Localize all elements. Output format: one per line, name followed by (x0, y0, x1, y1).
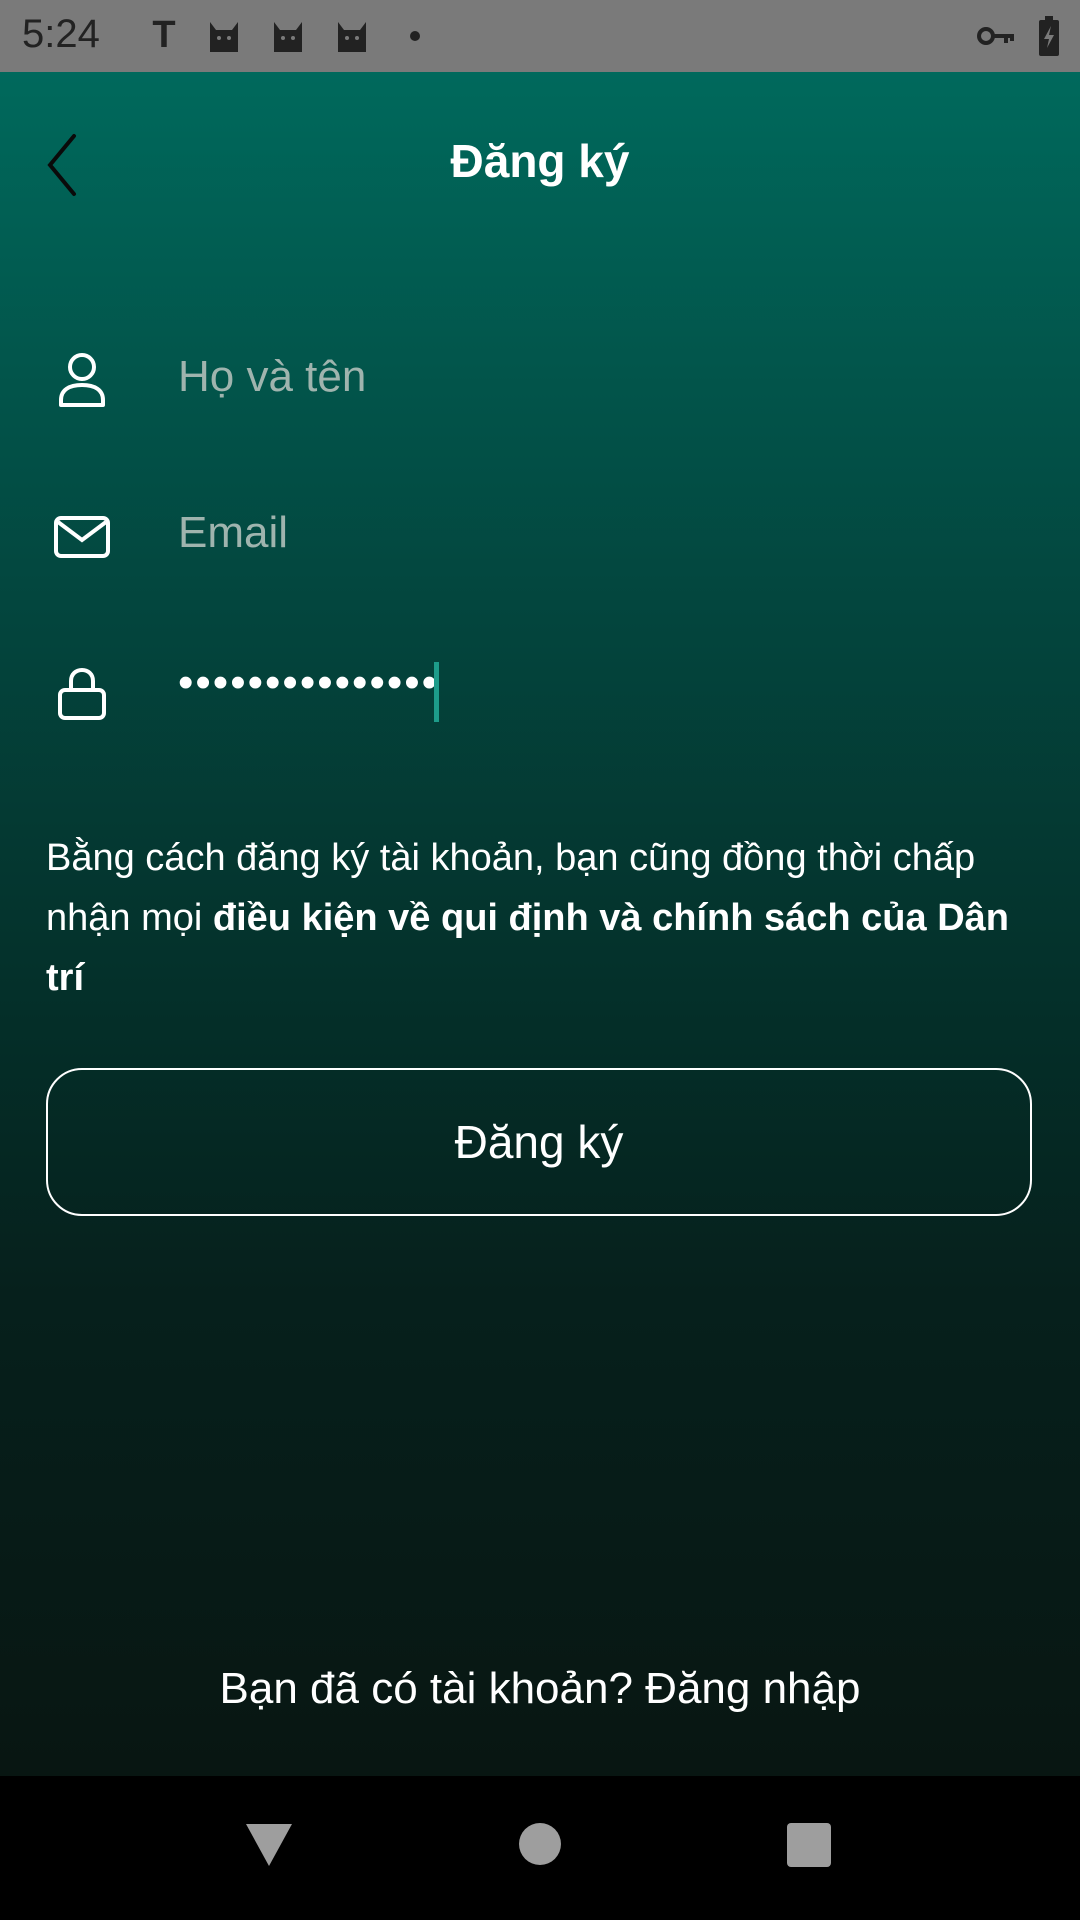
triangle-back-icon (246, 1824, 292, 1866)
cat-icon (204, 16, 244, 56)
text-caret (434, 662, 439, 722)
mail-icon (52, 506, 112, 566)
dot-icon (410, 30, 420, 41)
register-screen: Đăng ký ••••••••••••••• (0, 72, 1080, 1776)
nav-back-button[interactable] (244, 1822, 294, 1873)
password-field[interactable]: ••••••••••••••• (0, 634, 1080, 744)
password-input[interactable]: ••••••••••••••• (178, 658, 439, 708)
notification-icons: T (148, 14, 420, 57)
nav-recents-button[interactable] (786, 1822, 832, 1873)
status-time: 5:24 (22, 12, 100, 56)
login-link[interactable]: Bạn đã có tài khoản? Đăng nhập (0, 1664, 1080, 1714)
battery-charging-icon (1038, 16, 1060, 61)
nav-bar (0, 1776, 1080, 1920)
cat-icon (332, 16, 372, 56)
email-field[interactable] (0, 478, 1080, 588)
page-title: Đăng ký (450, 135, 630, 187)
circle-home-icon (519, 1823, 561, 1865)
lock-icon (52, 662, 112, 722)
key-icon (976, 24, 1016, 53)
email-input[interactable] (178, 498, 1018, 568)
cat-icon (268, 16, 308, 56)
status-bar: 5:24 T (0, 0, 1080, 72)
user-icon (52, 350, 112, 410)
nav-home-button[interactable] (518, 1822, 562, 1871)
register-button[interactable]: Đăng ký (46, 1068, 1032, 1216)
t-notification-icon: T (152, 14, 176, 56)
name-input[interactable] (178, 342, 1018, 412)
terms-text: Bằng cách đăng ký tài khoản, bạn cũng đồ… (46, 828, 1036, 1008)
system-icons (976, 16, 1060, 61)
name-field[interactable] (0, 322, 1080, 432)
square-recents-icon (787, 1823, 831, 1867)
